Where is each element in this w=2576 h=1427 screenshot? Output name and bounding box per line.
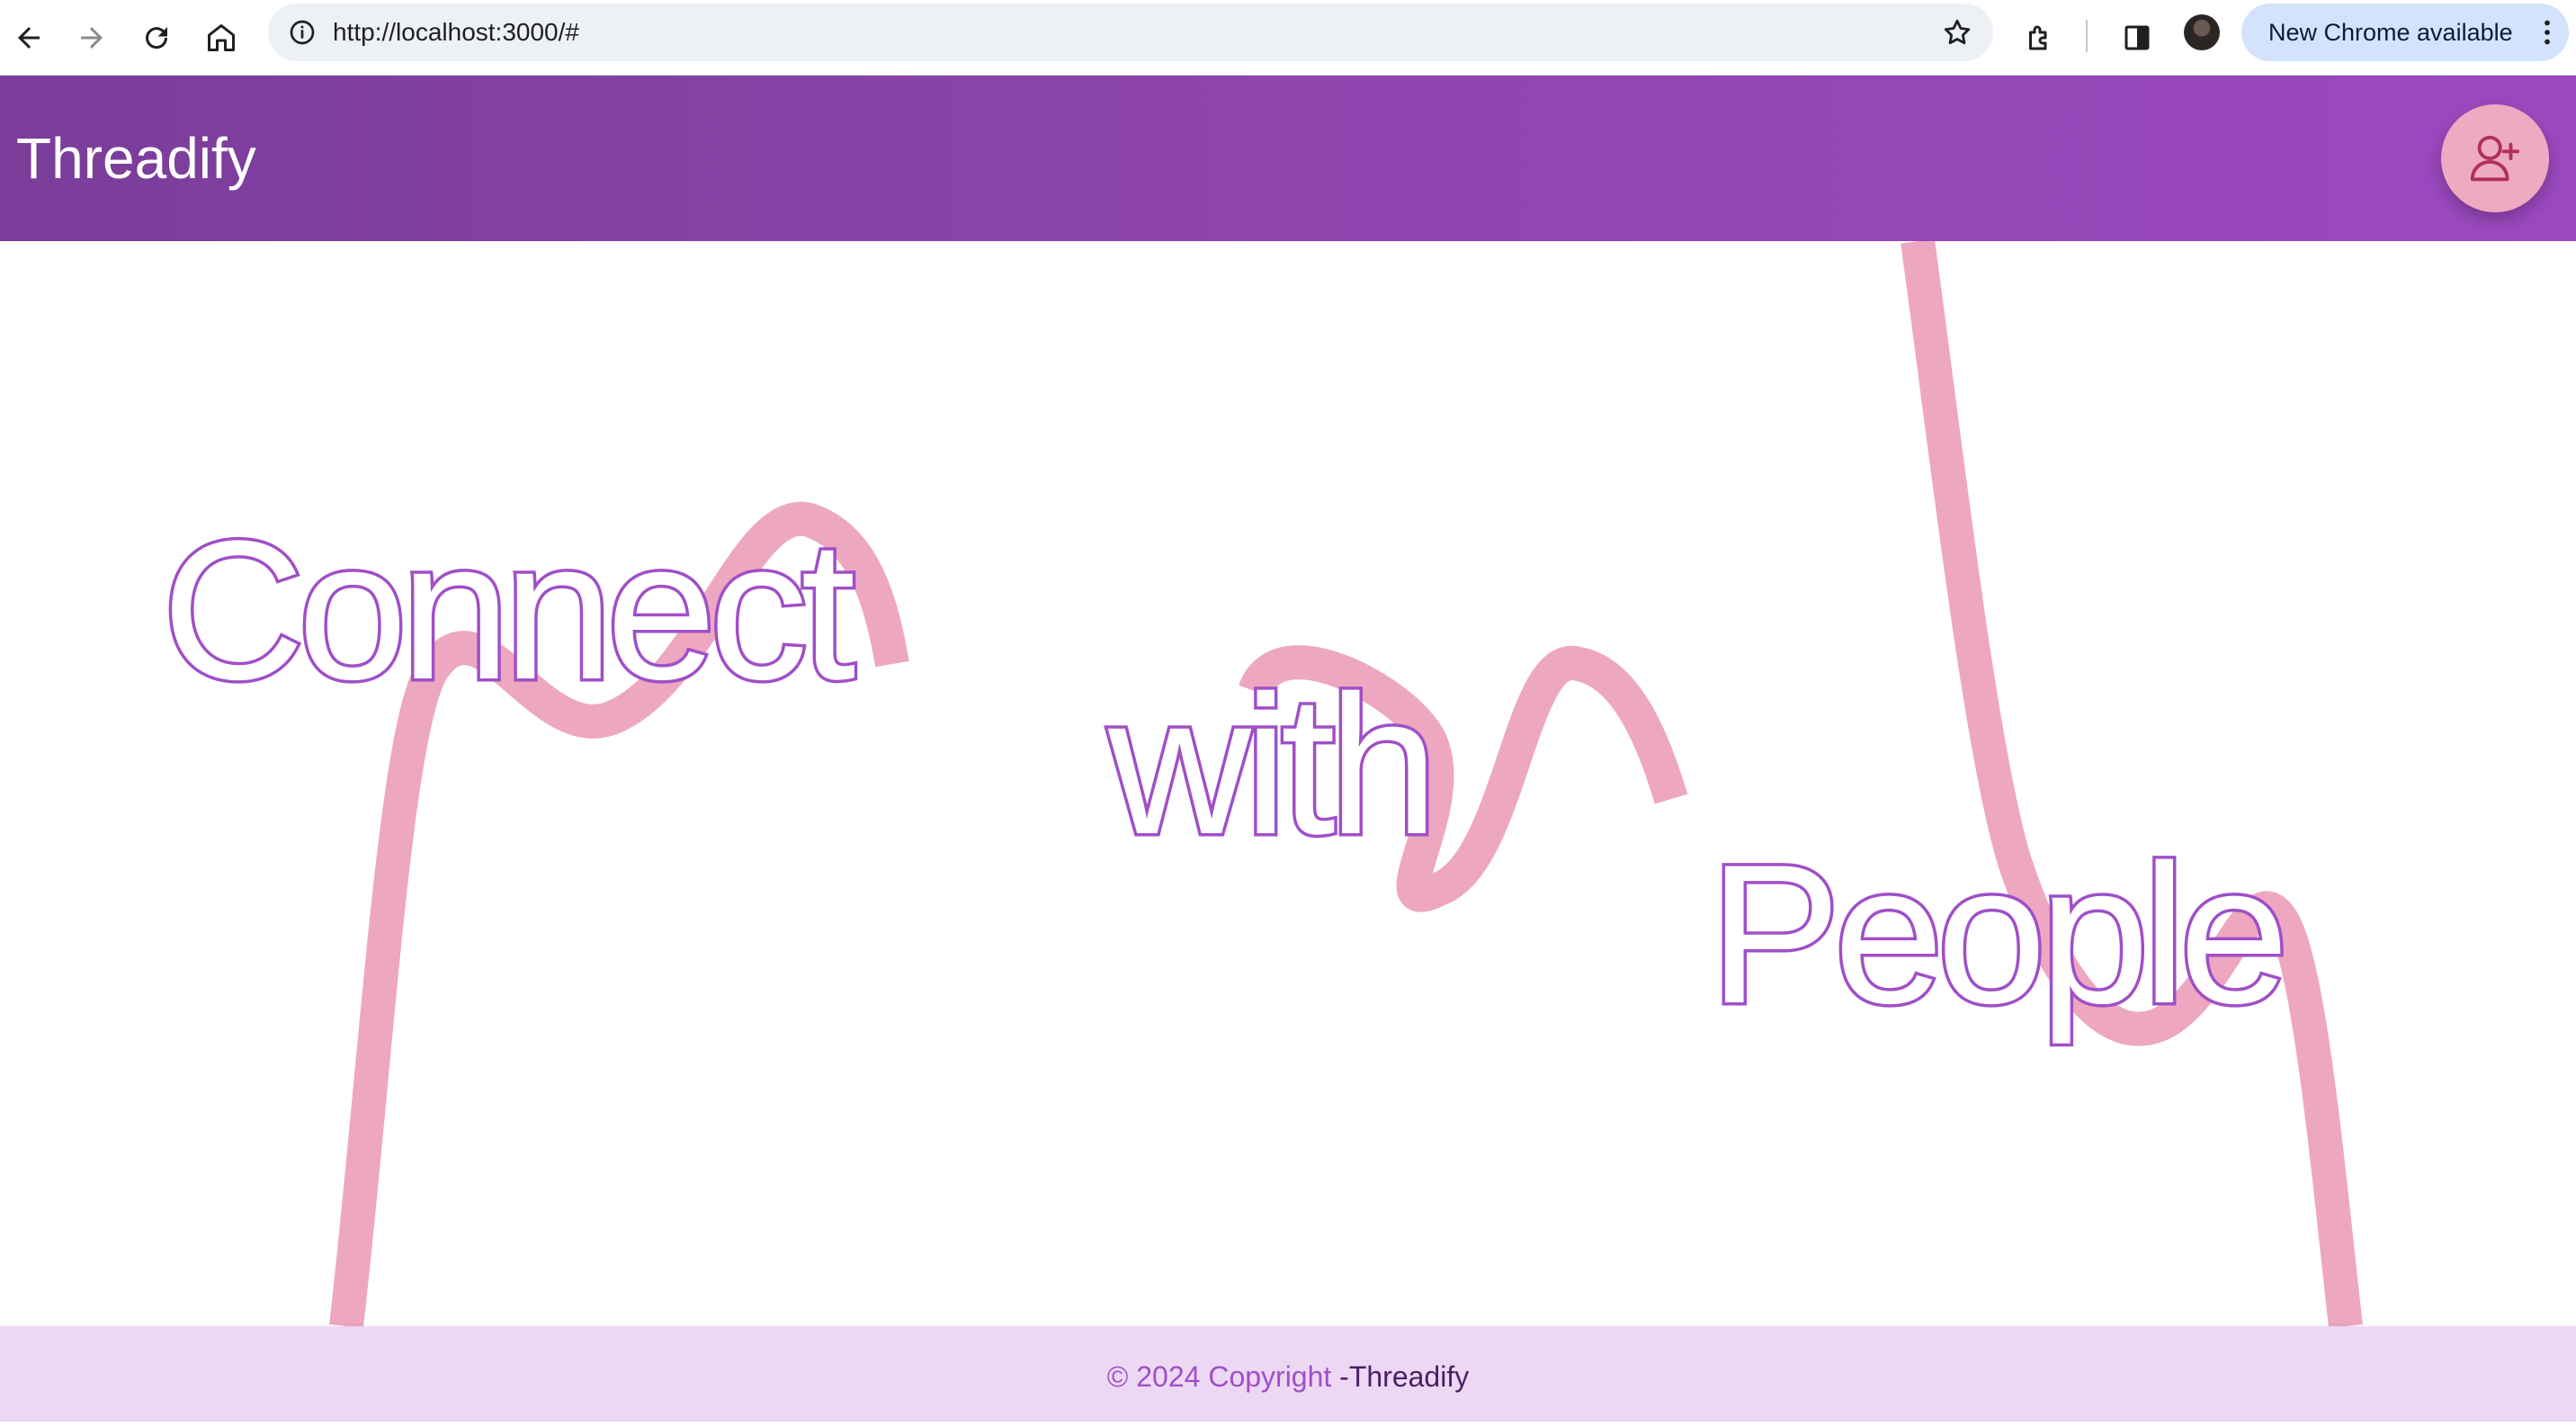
copyright-text: © 2024 Copyright bbox=[1106, 1360, 1340, 1393]
forward-icon[interactable] bbox=[68, 14, 115, 61]
chrome-update-button[interactable]: New Chrome available bbox=[2241, 4, 2569, 61]
hero-word-with: with bbox=[1105, 654, 1441, 875]
extensions-icon[interactable] bbox=[2017, 14, 2063, 61]
add-user-button[interactable] bbox=[2441, 104, 2549, 212]
star-icon[interactable] bbox=[1939, 14, 1975, 50]
reload-icon[interactable] bbox=[133, 14, 180, 61]
update-label: New Chrome available bbox=[2268, 19, 2513, 46]
address-bar[interactable]: http://localhost:3000/# bbox=[268, 4, 1993, 61]
brand-title[interactable]: Threadify bbox=[16, 76, 256, 241]
profile-avatar[interactable] bbox=[2184, 14, 2220, 50]
app-header: Threadify bbox=[0, 76, 2576, 241]
info-icon[interactable] bbox=[284, 14, 320, 50]
hero-section: Connect with People bbox=[0, 241, 2576, 1326]
footer-brand-link[interactable]: -Threadify bbox=[1339, 1360, 1469, 1393]
page-footer: © 2024 Copyright -Threadify bbox=[0, 1326, 2576, 1422]
browser-toolbar: http://localhost:3000/# New Chrome avail… bbox=[0, 0, 2576, 76]
side-panel-icon[interactable] bbox=[2114, 14, 2160, 61]
hero-word-people: People bbox=[1705, 823, 2292, 1045]
toolbar-separator bbox=[2086, 20, 2088, 52]
url-text[interactable]: http://localhost:3000/# bbox=[333, 4, 579, 61]
hero-word-connect: Connect bbox=[158, 499, 858, 721]
add-user-icon bbox=[2470, 135, 2520, 182]
footer-copyright: © 2024 Copyright -Threadify bbox=[0, 1326, 2576, 1427]
back-icon[interactable] bbox=[5, 14, 52, 61]
menu-kebab-icon[interactable] bbox=[2538, 18, 2556, 47]
home-icon[interactable] bbox=[198, 14, 245, 61]
